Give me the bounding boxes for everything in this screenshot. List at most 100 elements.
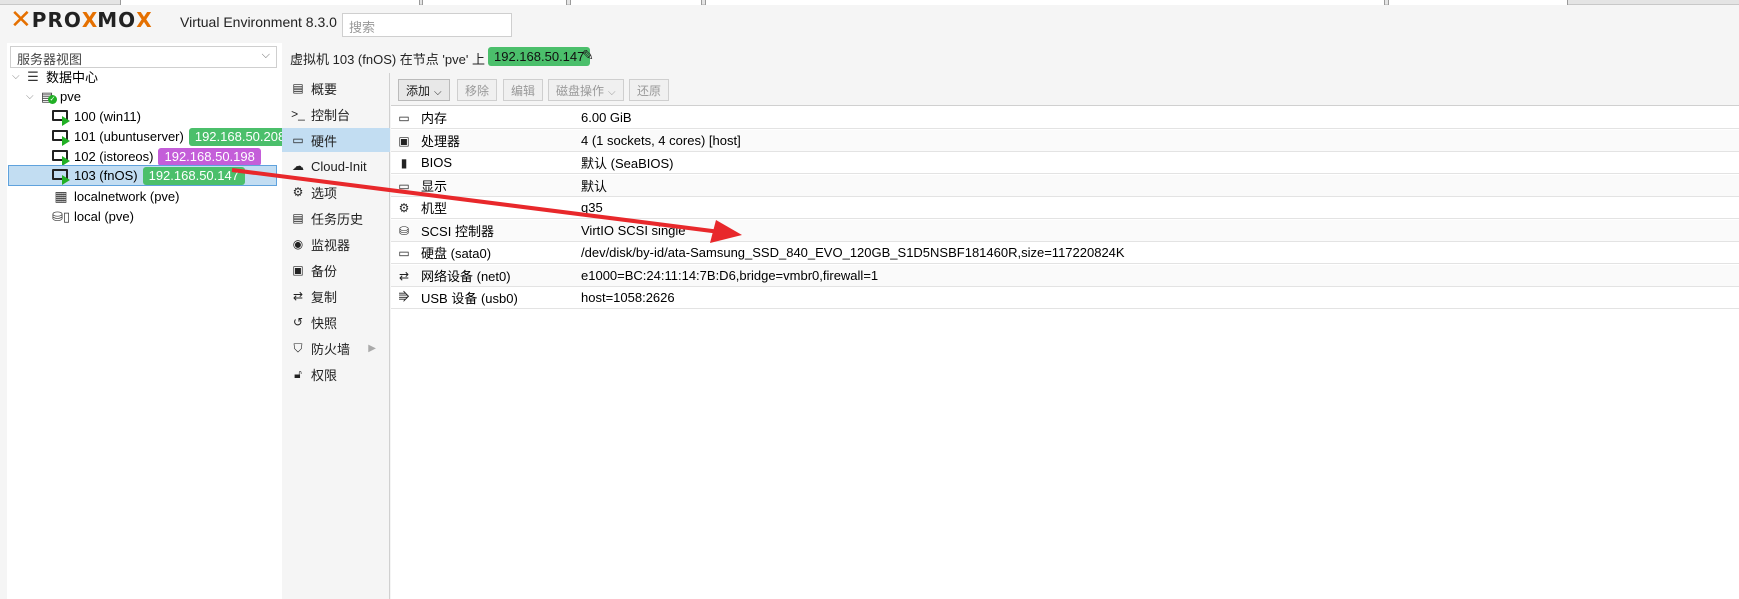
tree-item-vm-103[interactable]: 103 (fnOS) 192.168.50.147	[8, 165, 277, 186]
hardware-row-network[interactable]: ⇄ 网络设备 (net0) e1000=BC:24:11:14:7B:D6,bri…	[391, 265, 1739, 287]
database-icon: ⛁	[398, 223, 410, 238]
hardware-row-usb[interactable]: ⭆ USB 设备 (usb0) host=1058:2626	[391, 287, 1739, 309]
unlock-icon: 🔓︎	[294, 366, 302, 381]
tree-item-storage[interactable]: ⛁▯ local (pve)	[52, 206, 134, 227]
tree-item-datacenter[interactable]: ⌵ ☰ 数据中心	[12, 66, 98, 87]
page-title: 虚拟机 103 (fnOS) 在节点 'pve' 上	[290, 52, 485, 67]
hardware-key: 处理器	[421, 134, 461, 149]
nav-label: Cloud-Init	[311, 158, 367, 174]
task-list-icon: ▤	[292, 211, 304, 225]
tree-item-label: 103 (fnOS)	[74, 168, 138, 183]
proxmox-logo[interactable]: ✕ PRO X MO X	[10, 7, 152, 33]
vm-running-icon	[52, 149, 70, 166]
hardware-key: 机型	[421, 201, 448, 216]
console-icon: >_	[291, 107, 305, 121]
add-button-label: 添加	[406, 84, 431, 98]
edit-button[interactable]: 编辑	[503, 79, 544, 101]
retweet-icon: ⇄	[292, 289, 304, 303]
expand-arrow-icon: ▶	[368, 342, 376, 354]
disk-action-button[interactable]: 磁盘操作 ⌵	[548, 79, 624, 101]
tree-item-label: 数据中心	[46, 70, 99, 85]
nav-label: 复制	[311, 289, 338, 305]
tree-item-label: 100 (win11)	[74, 109, 141, 124]
nav-console[interactable]: >_ 控制台	[282, 102, 390, 126]
nav-cloud-init[interactable]: ☁ Cloud-Init	[282, 154, 390, 178]
chevron-down-icon: ⌵	[608, 87, 616, 98]
hardware-row-disk[interactable]: ▭ 硬盘 (sata0) /dev/disk/by-id/ata-Samsung_…	[391, 242, 1739, 264]
nav-replication[interactable]: ⇄ 复制	[282, 284, 390, 308]
nav-label: 选项	[311, 185, 338, 201]
hardware-row-machine[interactable]: ⚙ 机型 q35	[391, 197, 1739, 219]
revert-button[interactable]: 还原	[629, 79, 670, 101]
exchange-icon: ⇄	[398, 268, 410, 283]
hardware-key: 内存	[421, 111, 448, 126]
nav-snapshots[interactable]: ↺ 快照	[282, 310, 390, 334]
add-button[interactable]: 添加 ⌵	[398, 79, 450, 101]
logo-x-3: X	[136, 8, 152, 32]
hardware-key: SCSI 控制器	[421, 224, 494, 239]
storage-icon: ⛁▯	[52, 208, 71, 224]
nav-backup[interactable]: ▣ 备份	[282, 258, 390, 282]
nav-task-history[interactable]: ▤ 任务历史	[282, 206, 390, 230]
tree-item-label: localnetwork (pve)	[74, 189, 180, 204]
revert-button-label: 还原	[637, 84, 662, 98]
tree-item-label: 101 (ubuntuserver)	[74, 129, 184, 144]
tree-item-node-pve[interactable]: ⌵ ▤ ✓ pve	[26, 86, 81, 107]
hardware-key: USB 设备 (usb0)	[421, 291, 518, 306]
nav-label: 任务历史	[311, 211, 364, 227]
logo-text-2: MO	[97, 8, 137, 32]
history-icon: ↺	[292, 315, 304, 329]
logo-x-2: X	[81, 8, 98, 32]
collapse-chevron-icon[interactable]: ⌵	[26, 91, 38, 102]
chevron-down-icon: ⌵	[434, 87, 442, 98]
hardware-key: BIOS	[421, 155, 453, 170]
desktop-icon: ▭	[398, 178, 410, 193]
tree-item-label: pve	[60, 89, 81, 104]
tree-item-label: 102 (istoreos)	[74, 149, 154, 164]
nav-summary[interactable]: ▤ 概要	[282, 76, 390, 100]
nav-monitor[interactable]: ◉ 监视器	[282, 232, 390, 256]
logo-text-1: PRO	[31, 8, 82, 32]
ip-tag: 192.168.50.198	[158, 147, 261, 166]
tree-item-vm-101[interactable]: 101 (ubuntuserver) 192.168.50.208	[52, 126, 292, 147]
cloud-icon: ☁	[292, 159, 304, 173]
nav-options[interactable]: ⚙ 选项	[282, 180, 390, 204]
nav-permissions[interactable]: 🔓︎ 权限	[282, 362, 390, 386]
edit-tags-pencil-icon[interactable]: ✎	[582, 47, 594, 64]
disk-action-label: 磁盘操作	[556, 84, 605, 98]
collapse-chevron-icon[interactable]: ⌵	[12, 71, 24, 82]
shield-icon: ⛉	[293, 340, 303, 355]
hardware-row-bios[interactable]: ▮ BIOS 默认 (SeaBIOS)	[391, 152, 1739, 174]
hdd-icon: ▭	[398, 245, 410, 260]
hardware-key: 显示	[421, 179, 448, 194]
network-grid-icon: ▦	[54, 188, 68, 204]
eye-icon: ◉	[292, 237, 304, 251]
hardware-value: 6.00 GiB	[581, 110, 632, 125]
remove-button[interactable]: 移除	[457, 79, 498, 101]
datacenter-icon: ☰	[27, 68, 39, 84]
hardware-value: VirtIO SCSI single	[581, 223, 686, 238]
tree-item-vm-100[interactable]: 100 (win11)	[52, 106, 141, 127]
hardware-value: q35	[581, 200, 603, 215]
view-select[interactable]: 服务器视图 ⌵	[10, 46, 277, 68]
remove-button-label: 移除	[465, 84, 490, 98]
hardware-row-cpu[interactable]: ▣ 处理器 4 (1 sockets, 4 cores) [host]	[391, 130, 1739, 152]
nav-firewall[interactable]: ⛉ 防火墙 ▶	[282, 336, 390, 360]
hardware-icon: ▭	[292, 133, 304, 147]
vm-running-icon	[52, 109, 70, 126]
hardware-row-memory[interactable]: ▭ 内存 6.00 GiB	[391, 107, 1739, 129]
hardware-row-display[interactable]: ▭ 显示 默认	[391, 175, 1739, 197]
hardware-key: 网络设备 (net0)	[421, 269, 511, 284]
usb-icon: ⭆	[398, 290, 410, 304]
tree-item-network[interactable]: ▦ localnetwork (pve)	[52, 186, 180, 207]
nav-label: 硬件	[311, 133, 338, 149]
nav-label: 权限	[311, 367, 338, 383]
tree-item-label: local (pve)	[74, 209, 134, 224]
hardware-value: e1000=BC:24:11:14:7B:D6,bridge=vmbr0,fir…	[581, 268, 879, 283]
search-input[interactable]: 搜索	[342, 13, 512, 37]
edit-button-label: 编辑	[511, 84, 536, 98]
nav-hardware[interactable]: ▭ 硬件	[282, 128, 390, 152]
tree-item-vm-102[interactable]: 102 (istoreos) 192.168.50.198	[52, 146, 261, 167]
hardware-row-scsi[interactable]: ⛁ SCSI 控制器 VirtIO SCSI single	[391, 220, 1739, 242]
nav-label: 备份	[311, 263, 338, 279]
